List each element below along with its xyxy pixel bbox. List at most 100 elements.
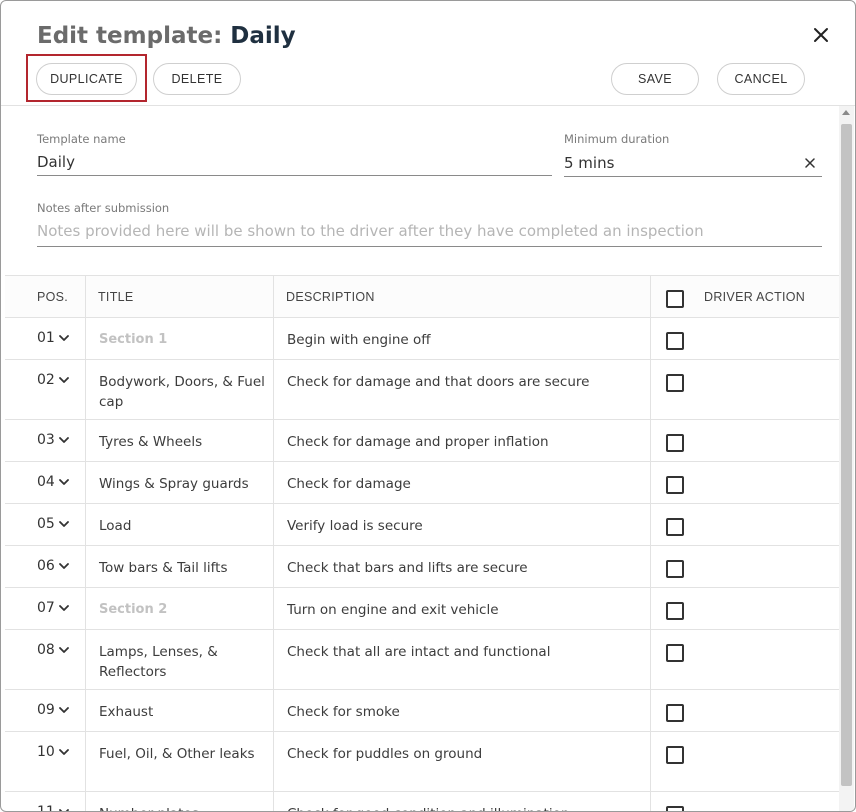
title-cell[interactable]: Load bbox=[86, 504, 274, 545]
table-row: 03 Tyres & Wheels Check for damage and pro… bbox=[5, 420, 839, 462]
step-title: Lamps, Lenses, & Reflectors bbox=[99, 644, 218, 680]
chevron-down-icon bbox=[58, 808, 69, 811]
title-cell[interactable]: Tow bars & Tail lifts bbox=[86, 546, 274, 587]
description-cell[interactable]: Check that bars and lifts are secure bbox=[274, 546, 651, 587]
position-value: 06 bbox=[37, 558, 55, 574]
driver-action-checkbox[interactable] bbox=[666, 806, 684, 811]
notes-label: Notes after submission bbox=[37, 201, 170, 215]
driver-action-checkbox[interactable] bbox=[666, 374, 684, 392]
chevron-down-icon bbox=[58, 436, 69, 443]
pos-cell: 07 bbox=[5, 588, 86, 629]
description-cell[interactable]: Check for puddles on ground bbox=[274, 732, 651, 791]
chevron-down-icon bbox=[58, 334, 69, 341]
save-button[interactable]: SAVE bbox=[611, 63, 699, 95]
title-cell[interactable]: Number plates bbox=[86, 792, 274, 811]
position-select[interactable]: 11 bbox=[37, 804, 69, 811]
dialog-content: Template name Minimum duration Notes aft… bbox=[5, 106, 839, 811]
position-select[interactable]: 07 bbox=[37, 600, 69, 616]
step-description: Check for good condition and illuminatio… bbox=[287, 804, 647, 811]
table-row: 04 Wings & Spray guards Check for damage bbox=[5, 462, 839, 504]
step-description: Turn on engine and exit vehicle bbox=[287, 602, 499, 618]
pos-cell: 05 bbox=[5, 504, 86, 545]
driver-action-cell bbox=[651, 588, 839, 629]
title-prefix: Edit template: bbox=[37, 23, 223, 49]
driver-action-checkbox[interactable] bbox=[666, 704, 684, 722]
description-cell[interactable]: Check for damage and proper inflation bbox=[274, 420, 651, 461]
select-all-driver-action-checkbox[interactable] bbox=[666, 290, 684, 308]
title-cell[interactable]: Lamps, Lenses, & Reflectors bbox=[86, 630, 274, 689]
close-button[interactable] bbox=[809, 23, 833, 47]
driver-action-checkbox[interactable] bbox=[666, 332, 684, 350]
position-select[interactable]: 10 bbox=[37, 744, 69, 760]
driver-action-cell bbox=[651, 546, 839, 587]
description-cell[interactable]: Check for good condition and illuminatio… bbox=[274, 792, 651, 811]
position-select[interactable]: 04 bbox=[37, 474, 69, 490]
driver-action-checkbox[interactable] bbox=[666, 746, 684, 764]
driver-action-checkbox[interactable] bbox=[666, 644, 684, 662]
title-cell[interactable]: Section 1 bbox=[86, 318, 274, 359]
description-cell[interactable]: Check for damage and that doors are secu… bbox=[274, 360, 651, 419]
pos-cell: 02 bbox=[5, 360, 86, 419]
table-row: 05 Load Verify load is secure bbox=[5, 504, 839, 546]
driver-action-checkbox[interactable] bbox=[666, 560, 684, 578]
driver-action-cell bbox=[651, 462, 839, 503]
step-description: Check for puddles on ground bbox=[287, 746, 483, 762]
description-cell[interactable]: Verify load is secure bbox=[274, 504, 651, 545]
col-driver-action-header: DRIVER ACTION bbox=[651, 276, 839, 317]
position-select[interactable]: 01 bbox=[37, 330, 69, 346]
minimum-duration-input[interactable] bbox=[564, 149, 822, 177]
table-row: 07 Section 2 Turn on engine and exit vehic… bbox=[5, 588, 839, 630]
description-cell[interactable]: Check for smoke bbox=[274, 690, 651, 731]
title-cell[interactable]: Section 2 bbox=[86, 588, 274, 629]
dialog-title: Edit template: Daily bbox=[37, 23, 296, 49]
pos-cell: 11 bbox=[5, 792, 86, 811]
duplicate-button[interactable]: DUPLICATE bbox=[36, 63, 137, 95]
description-cell[interactable]: Turn on engine and exit vehicle bbox=[274, 588, 651, 629]
clear-duration-button[interactable] bbox=[801, 154, 819, 172]
title-cell[interactable]: Tyres & Wheels bbox=[86, 420, 274, 461]
description-cell[interactable]: Check for damage bbox=[274, 462, 651, 503]
chevron-down-icon bbox=[58, 376, 69, 383]
step-description: Check for damage and proper inflation bbox=[287, 434, 549, 450]
position-select[interactable]: 05 bbox=[37, 516, 69, 532]
cancel-button[interactable]: CANCEL bbox=[717, 63, 805, 95]
title-cell[interactable]: Fuel, Oil, & Other leaks bbox=[86, 732, 274, 791]
step-title: Tow bars & Tail lifts bbox=[99, 560, 228, 576]
title-cell[interactable]: Wings & Spray guards bbox=[86, 462, 274, 503]
chevron-down-icon bbox=[58, 520, 69, 527]
position-select[interactable]: 06 bbox=[37, 558, 69, 574]
description-cell[interactable]: Check that all are intact and functional bbox=[274, 630, 651, 689]
driver-action-checkbox[interactable] bbox=[666, 476, 684, 494]
table-row: 01 Section 1 Begin with engine off bbox=[5, 318, 839, 360]
pos-cell: 06 bbox=[5, 546, 86, 587]
driver-action-checkbox[interactable] bbox=[666, 602, 684, 620]
driver-action-cell bbox=[651, 420, 839, 461]
section-title: Section 2 bbox=[99, 602, 168, 617]
position-select[interactable]: 03 bbox=[37, 432, 69, 448]
template-name-input[interactable] bbox=[37, 148, 552, 176]
title-cell[interactable]: Exhaust bbox=[86, 690, 274, 731]
driver-action-cell bbox=[651, 318, 839, 359]
driver-action-checkbox[interactable] bbox=[666, 518, 684, 536]
chevron-down-icon bbox=[58, 706, 69, 713]
position-select[interactable]: 09 bbox=[37, 702, 69, 718]
title-cell[interactable]: Bodywork, Doors, & Fuel cap bbox=[86, 360, 274, 419]
chevron-down-icon bbox=[58, 478, 69, 485]
pos-cell: 08 bbox=[5, 630, 86, 689]
position-select[interactable]: 08 bbox=[37, 642, 69, 658]
position-value: 10 bbox=[37, 744, 55, 760]
scroll-up-arrow-icon[interactable] bbox=[842, 110, 850, 115]
scrollbar-thumb[interactable] bbox=[841, 124, 852, 786]
driver-action-cell bbox=[651, 360, 839, 419]
step-description: Check for damage bbox=[287, 476, 411, 492]
steps-table: POS. TITLE DESCRIPTION DRIVER ACTION 01 S… bbox=[5, 275, 839, 811]
description-cell[interactable]: Begin with engine off bbox=[274, 318, 651, 359]
delete-button[interactable]: DELETE bbox=[153, 63, 241, 95]
template-name-label: Template name bbox=[37, 132, 126, 146]
position-select[interactable]: 02 bbox=[37, 372, 69, 388]
notes-input[interactable] bbox=[37, 216, 822, 247]
driver-action-checkbox[interactable] bbox=[666, 434, 684, 452]
chevron-down-icon bbox=[58, 604, 69, 611]
driver-action-cell bbox=[651, 630, 839, 689]
scrollbar[interactable] bbox=[839, 106, 854, 811]
